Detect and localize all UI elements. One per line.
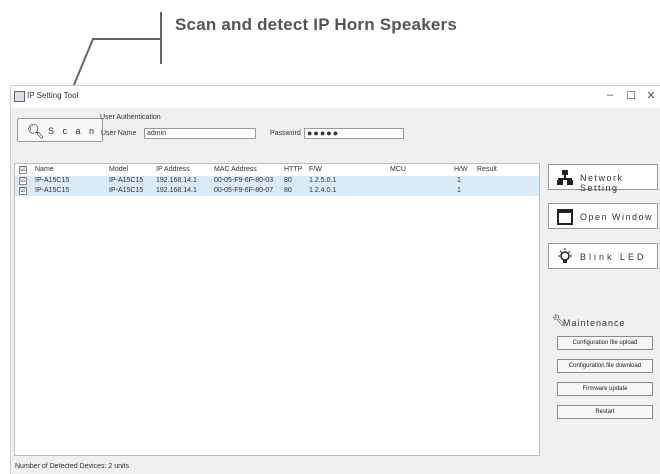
cell-fw: 1.2.4.0.1 xyxy=(309,187,337,194)
cell-http: 80 xyxy=(284,177,292,184)
column-name[interactable]: Name xyxy=(35,166,54,173)
restart-button[interactable]: Restart xyxy=(557,405,653,419)
blink-led-label: Blink LED xyxy=(580,252,647,262)
column-model[interactable]: Model xyxy=(109,166,128,173)
minimize-button[interactable]: – xyxy=(603,89,617,101)
select-all-checkbox[interactable]: ☑ xyxy=(19,166,27,174)
column-mac-address[interactable]: MAC Address xyxy=(214,166,257,173)
network-setting-label: Network Setting xyxy=(580,173,624,193)
app-icon xyxy=(14,91,25,102)
cell-fw: 1.2.5.0.1 xyxy=(309,177,337,184)
window-icon xyxy=(557,209,573,225)
title-bar: IP Setting Tool – ☐ ✕ xyxy=(11,86,660,108)
network-icon xyxy=(557,170,573,185)
device-list: ☑ Name Model IP Address MAC Address HTTP… xyxy=(14,163,540,456)
username-label: User Name xyxy=(101,130,137,137)
status-bar-text: Number of Detected Devices: 2 units xyxy=(15,463,129,470)
window-title: IP Setting Tool xyxy=(27,91,79,100)
cell-model: IP-A15C15 xyxy=(109,187,144,194)
callout-text: Scan and detect IP Horn Speakers xyxy=(175,15,457,34)
user-authentication-title: User Authentication xyxy=(100,114,161,121)
config-download-button[interactable]: Configuration file download xyxy=(557,359,653,373)
table-row[interactable]: ☑ IP-A15C15 IP-A15C15 192.168.14.1 00-05… xyxy=(15,186,539,196)
open-window-label: Open Window xyxy=(580,212,654,222)
cell-http: 80 xyxy=(284,187,292,194)
column-http[interactable]: HTTP xyxy=(284,166,302,173)
scan-label: S c a n xyxy=(48,126,98,136)
network-setting-button[interactable]: Network Setting xyxy=(548,164,658,193)
open-window-button[interactable]: Open Window xyxy=(548,203,658,229)
username-field[interactable]: admin xyxy=(144,128,256,139)
blink-led-button[interactable]: Blink LED xyxy=(548,243,658,269)
table-row[interactable]: ☑ IP-A15C15 IP-A15C15 192.168.14.1 00-05… xyxy=(15,176,539,186)
column-ip-address[interactable]: IP Address xyxy=(156,166,190,173)
maintenance-title: Maintenance xyxy=(563,318,626,328)
search-icon: 🔍︎ xyxy=(27,123,45,139)
close-button[interactable]: ✕ xyxy=(644,89,658,102)
firmware-update-button[interactable]: Firmware update xyxy=(557,382,653,396)
password-field[interactable]: ●●●●● xyxy=(304,128,404,139)
password-label: Password xyxy=(270,130,301,137)
row-checkbox[interactable]: ☑ xyxy=(19,187,27,195)
cell-ip: 192.168.14.1 xyxy=(156,187,197,194)
column-fw[interactable]: F/W xyxy=(309,166,322,173)
scan-button[interactable]: 🔍︎ S c a n xyxy=(17,118,103,142)
column-result[interactable]: Result xyxy=(477,166,497,173)
config-upload-button[interactable]: Configuration file upload xyxy=(557,336,653,350)
cell-name: IP-A15C15 xyxy=(35,177,70,184)
cell-mac: 00-05-F9-6F-80-03 xyxy=(214,177,274,184)
maximize-button[interactable]: ☐ xyxy=(624,89,638,102)
led-bulb-icon xyxy=(558,248,572,263)
cell-hw: 1 xyxy=(457,187,461,194)
cell-ip: 192.168.14.1 xyxy=(156,177,197,184)
table-header: ☑ Name Model IP Address MAC Address HTTP… xyxy=(15,165,539,175)
column-mcu[interactable]: MCU xyxy=(390,166,406,173)
cell-name: IP-A15C15 xyxy=(35,187,70,194)
cell-model: IP-A15C15 xyxy=(109,177,144,184)
cell-hw: 1 xyxy=(457,177,461,184)
column-hw[interactable]: H/W xyxy=(454,166,468,173)
cell-mac: 00-05-F9-6F-80-07 xyxy=(214,187,274,194)
row-checkbox[interactable]: ☑ xyxy=(19,177,27,185)
ip-setting-tool-window: IP Setting Tool – ☐ ✕ 🔍︎ S c a n User Au… xyxy=(10,85,660,474)
